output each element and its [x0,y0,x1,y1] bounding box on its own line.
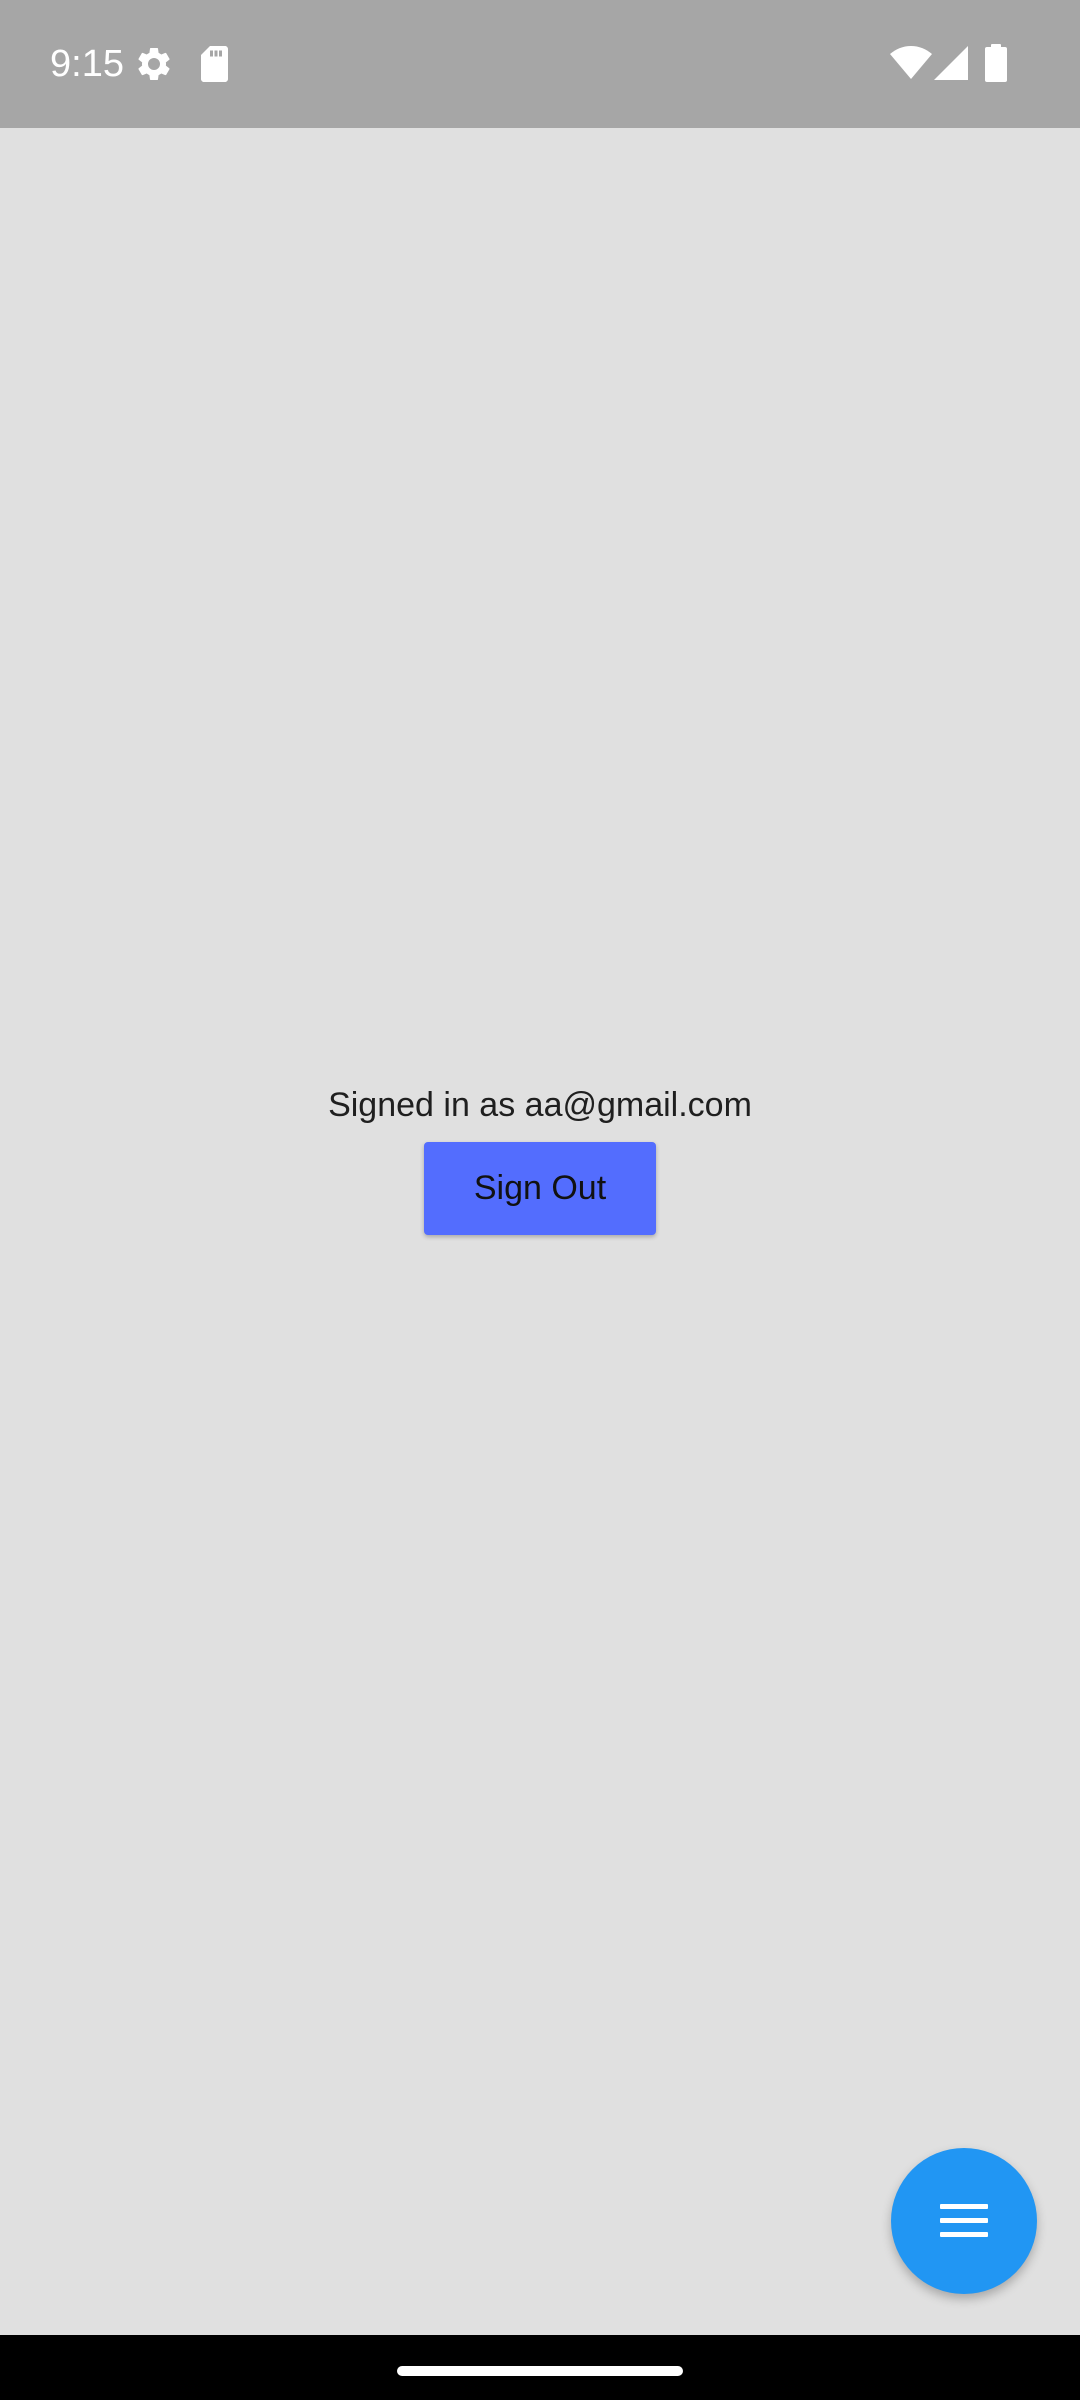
sign-out-button[interactable]: Sign Out [424,1142,656,1235]
home-gesture-handle[interactable] [397,2366,683,2376]
signed-in-status-text: Signed in as aa@gmail.com [328,1086,752,1124]
sd-card-icon [201,46,228,82]
wifi-icon [890,46,932,79]
status-time: 9:15 [50,43,124,85]
cell-signal-icon [934,46,968,80]
battery-icon [985,44,1007,82]
settings-gear-icon [138,47,170,80]
menu-fab[interactable] [891,2148,1037,2294]
status-bar: 9:15 [0,0,1080,128]
app-screen: 9:15 Signed in as aa@gmail.com Sign Out [0,0,1080,2400]
navigation-bar [0,2335,1080,2400]
menu-icon [940,2204,988,2237]
